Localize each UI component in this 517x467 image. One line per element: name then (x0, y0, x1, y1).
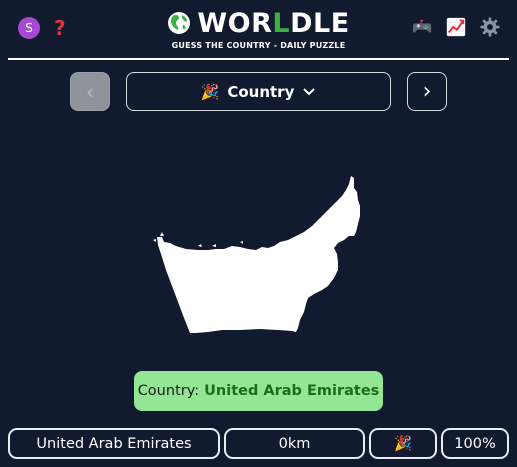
party-popper-icon: 🎉 (200, 82, 220, 101)
answer-country: United Arab Emirates (204, 383, 380, 399)
header-right (411, 16, 501, 38)
answer-prefix: Country: (137, 383, 200, 399)
country-silhouette (153, 176, 360, 333)
header-divider (8, 58, 509, 60)
gear-icon[interactable] (479, 16, 501, 38)
guess-distance: 0km (224, 428, 365, 459)
guess-proximity: 100% (441, 428, 509, 459)
header: S ? WORLDLE GUESS THE COUNTRY - DAILY PU… (0, 0, 517, 60)
logo-text-part2: DLE (290, 7, 350, 39)
chevron-left-icon: ‹ (86, 79, 94, 104)
logo-text-part1: WOR (197, 7, 273, 39)
prev-button[interactable]: ‹ (70, 72, 110, 111)
globe-icon (168, 12, 191, 34)
subtitle: GUESS THE COUNTRY - DAILY PUZZLE (171, 41, 346, 50)
mode-select[interactable]: 🎉 Country (126, 72, 391, 111)
logo-text: WORLDLE (197, 8, 349, 39)
next-button[interactable]: › (407, 72, 447, 111)
logo-text-highlight: L (272, 7, 291, 39)
guess-direction: 🎉 (369, 428, 437, 459)
mode-label: Country (227, 82, 295, 101)
guess-country: United Arab Emirates (8, 428, 220, 459)
stats-chart-icon[interactable] (445, 16, 467, 38)
gamepad-icon[interactable] (411, 16, 433, 38)
chevron-down-icon (303, 87, 316, 95)
logo: WORLDLE (167, 8, 349, 39)
chevron-right-icon: › (422, 78, 432, 104)
answer-banner: Country: United Arab Emirates (134, 371, 383, 411)
